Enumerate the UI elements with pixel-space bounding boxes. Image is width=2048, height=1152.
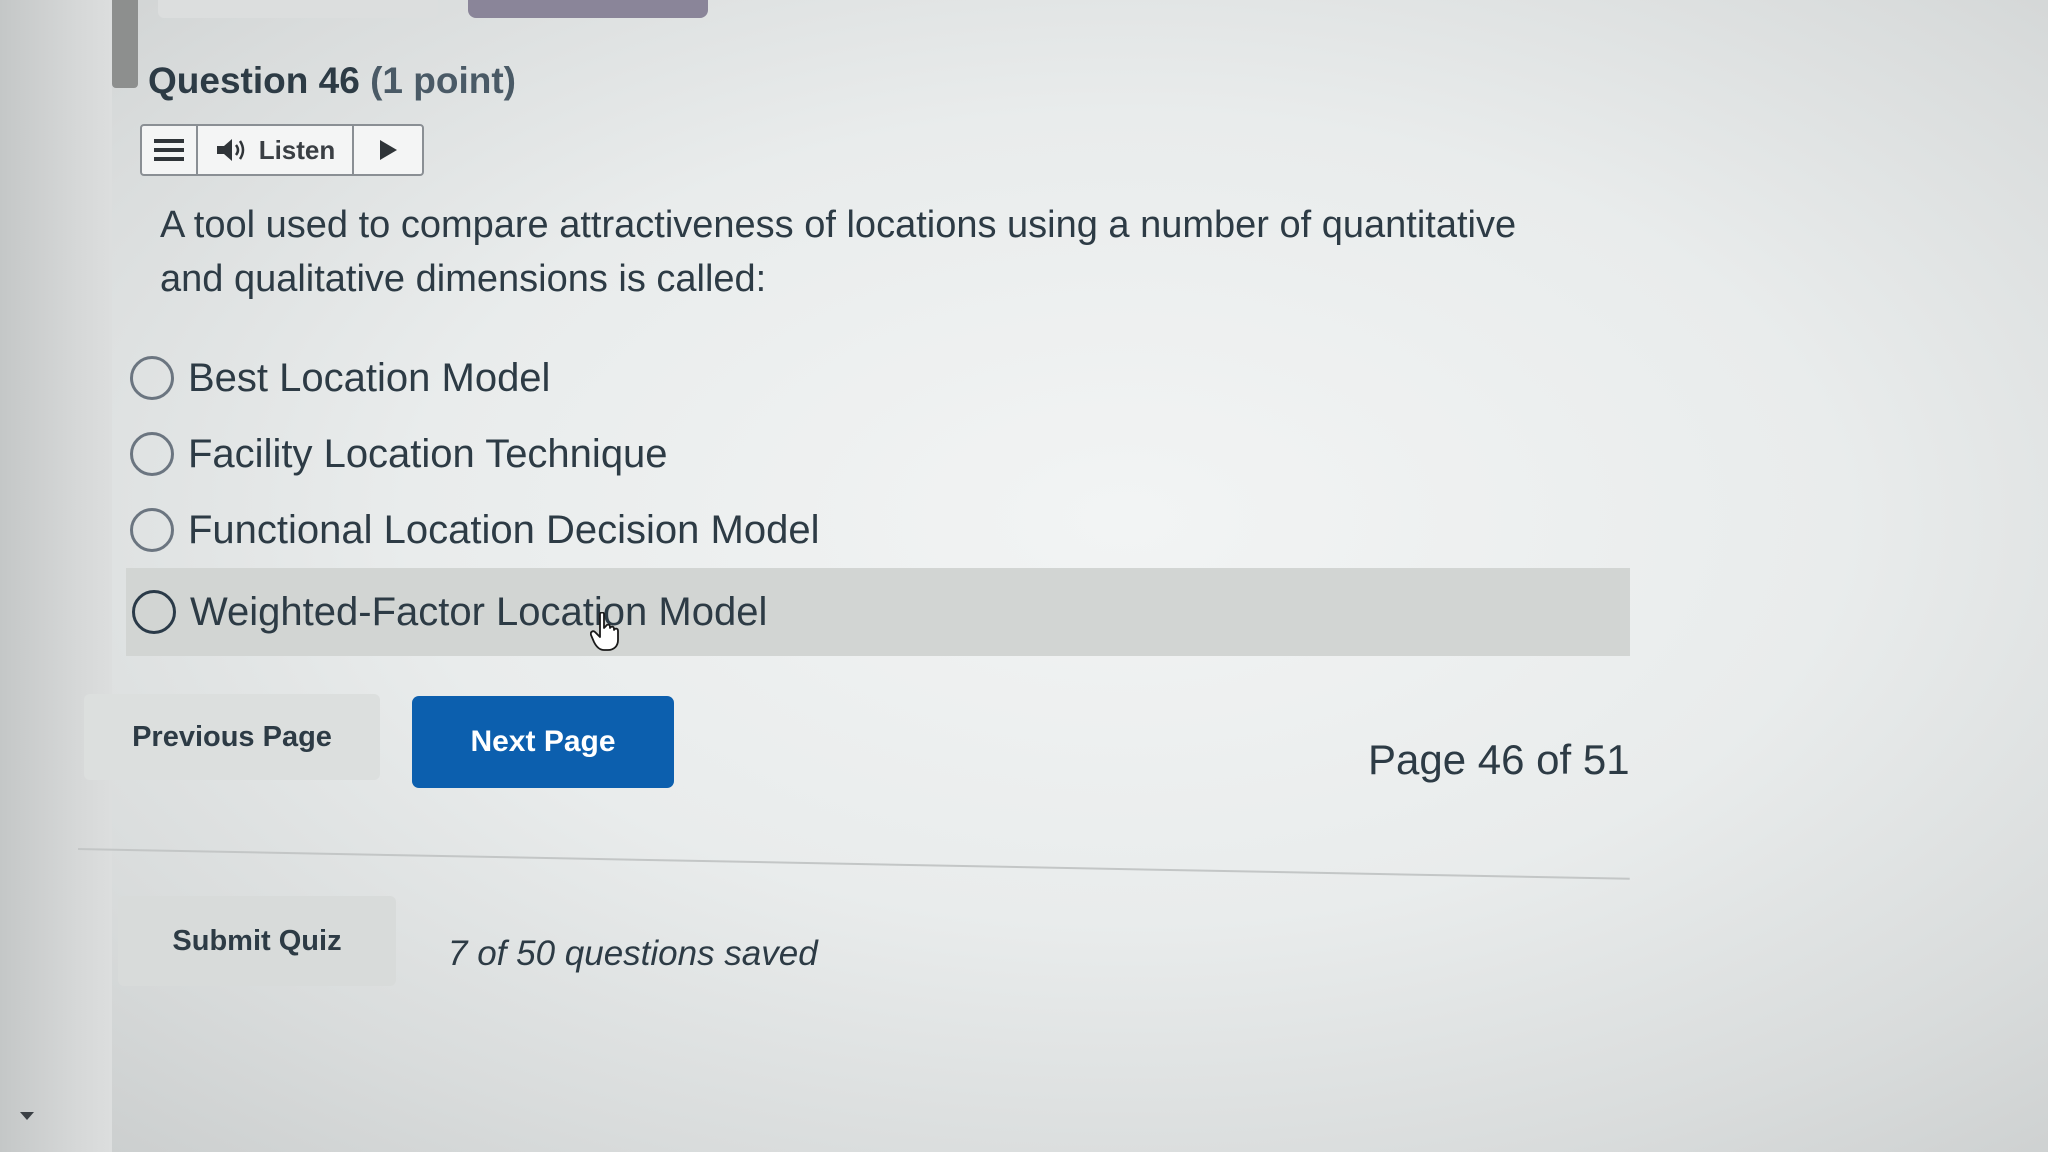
saved-status: 7 of 50 questions saved	[448, 934, 818, 973]
divider	[77, 848, 1630, 880]
answer-option[interactable]: Best Location Model	[130, 340, 1630, 416]
question-title: Question 46 (1 point)	[148, 60, 516, 102]
listen-menu-button[interactable]	[142, 126, 198, 174]
top-tab-left	[158, 0, 438, 18]
question-number: Question 46	[148, 60, 360, 101]
page-indicator: Page 46 of 51	[1368, 736, 1630, 783]
answer-label: Best Location Model	[188, 355, 551, 400]
answer-options: Best Location Model Facility Location Te…	[126, 340, 1630, 656]
play-icon	[380, 140, 397, 160]
answer-option-hovered[interactable]: Weighted-Factor Location Model	[126, 568, 1630, 656]
listen-label: Listen	[258, 134, 336, 165]
radio-button[interactable]	[130, 432, 174, 476]
submit-quiz-button[interactable]: Submit Quiz	[118, 896, 396, 986]
question-points: (1 point)	[370, 60, 516, 101]
radio-button[interactable]	[130, 356, 174, 400]
listen-button[interactable]: Listen	[198, 126, 354, 174]
answer-label: Functional Location Decision Model	[188, 507, 820, 552]
play-button[interactable]	[354, 126, 422, 174]
left-gutter	[0, 0, 112, 1152]
answer-label: Weighted-Factor Location Model	[190, 589, 768, 634]
previous-page-button[interactable]: Previous Page	[84, 694, 380, 780]
answer-option[interactable]: Facility Location Technique	[130, 416, 1630, 492]
radio-button[interactable]	[132, 590, 176, 634]
listen-toolbar: Listen	[140, 124, 424, 176]
next-page-button[interactable]: Next Page	[412, 696, 674, 788]
speaker-icon	[216, 139, 244, 161]
top-tab-right	[468, 0, 708, 18]
radio-button[interactable]	[130, 508, 174, 552]
scroll-down-arrow-icon[interactable]	[20, 1112, 34, 1120]
hand-pointer-cursor-icon	[590, 612, 619, 651]
question-text: A tool used to compare attractiveness of…	[160, 204, 1517, 300]
hamburger-menu-icon	[154, 139, 184, 161]
answer-option[interactable]: Functional Location Decision Model	[130, 492, 1630, 568]
answer-label: Facility Location Technique	[188, 431, 668, 476]
question-accent-bar	[112, 0, 138, 88]
